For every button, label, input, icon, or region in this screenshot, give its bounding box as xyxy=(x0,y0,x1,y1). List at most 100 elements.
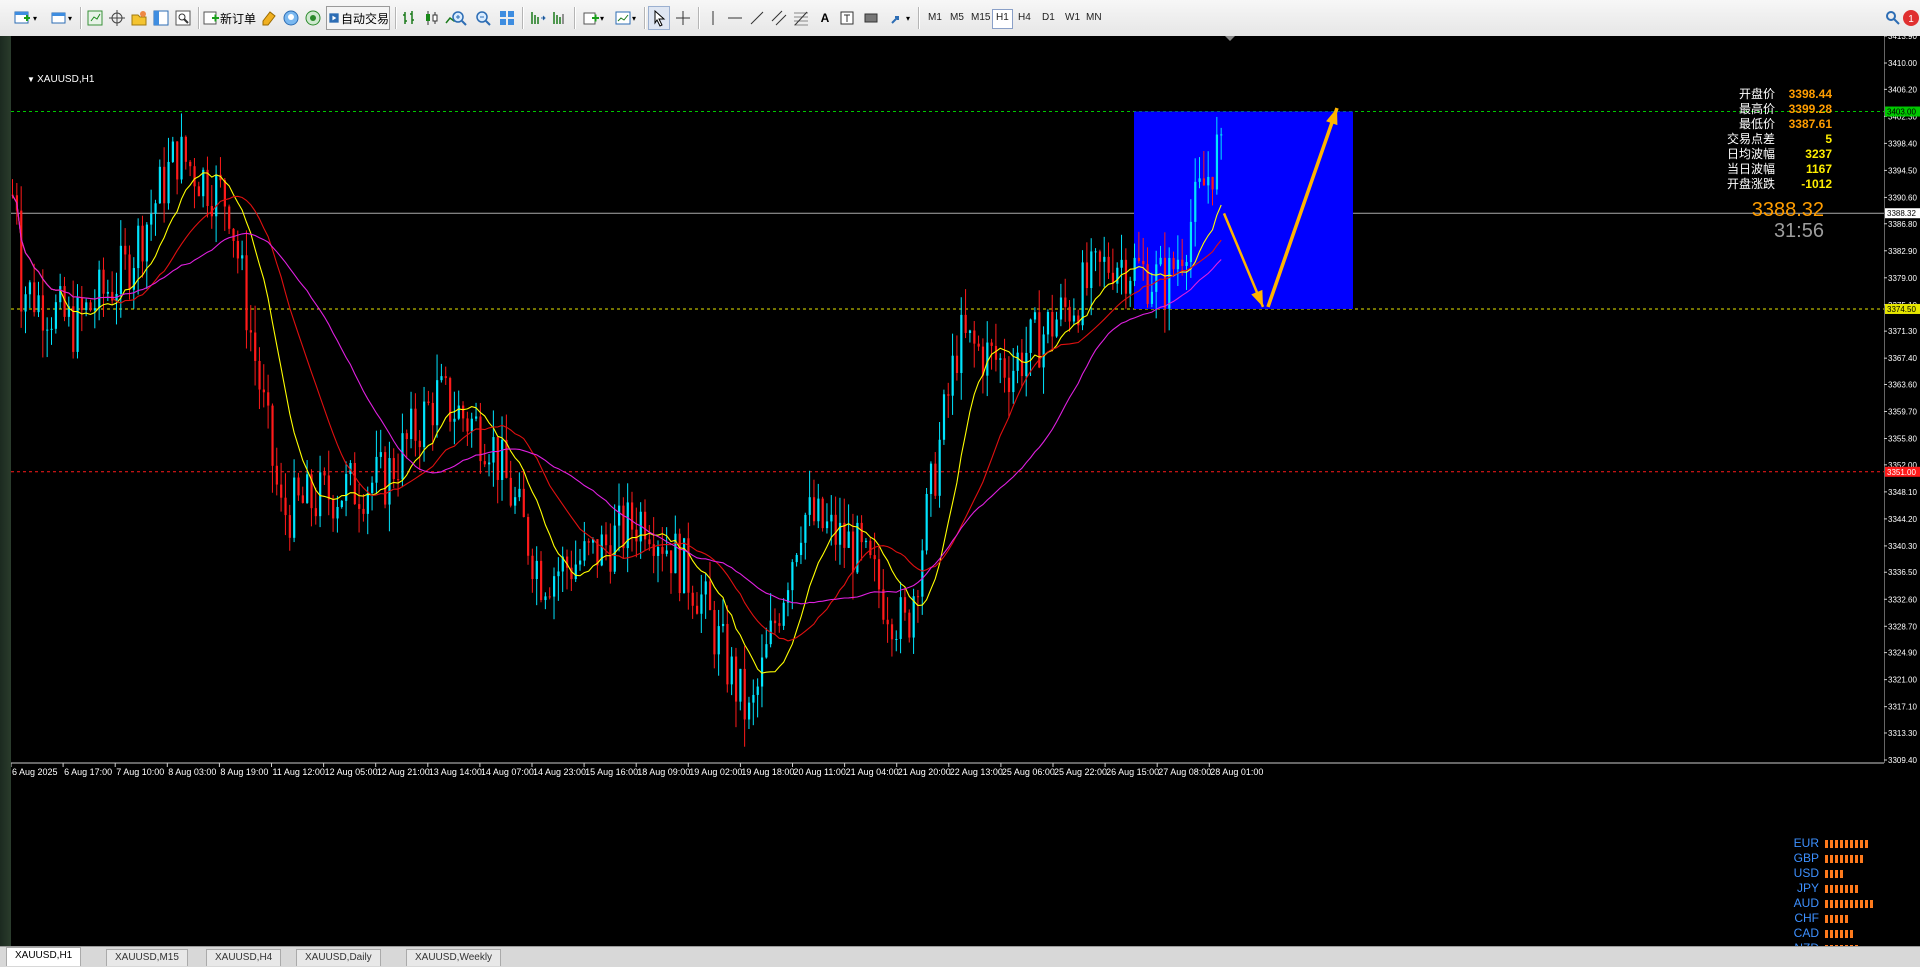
candle-body xyxy=(630,502,634,530)
meta-editor-button[interactable] xyxy=(258,6,280,30)
candle-body xyxy=(648,539,651,545)
info-label: 最低价 xyxy=(1738,117,1775,131)
timeframe-w1[interactable]: W1 xyxy=(1062,9,1083,27)
vertical-line-button[interactable] xyxy=(702,6,724,30)
text-button[interactable]: A xyxy=(814,6,836,30)
terminal-button[interactable] xyxy=(150,6,172,30)
candle-body xyxy=(544,596,547,601)
time-axis-label: 14 Aug 07:00 xyxy=(481,767,534,777)
currency-name: EUR xyxy=(1793,836,1819,850)
candle-body xyxy=(501,439,504,480)
chart-shift-button[interactable] xyxy=(526,6,548,30)
horizontal-line-button[interactable] xyxy=(724,6,746,30)
candle-body xyxy=(899,597,902,639)
rectangle-button[interactable] xyxy=(860,6,882,30)
meta-editor-icon xyxy=(262,11,276,26)
candle-body xyxy=(1007,377,1011,393)
chart-window[interactable]: 6 Aug 2025 6 Aug 17:00 7 Aug 10:00 8 Aug 03… xyxy=(11,36,1884,955)
auto-trading-button[interactable]: 自动交易 xyxy=(326,6,390,30)
timeframe-h1[interactable]: H1 xyxy=(992,9,1013,29)
currency-row: CAD xyxy=(1783,926,1853,941)
candle-body xyxy=(137,225,140,269)
trendline-button[interactable] xyxy=(746,6,768,30)
fibonacci-button[interactable] xyxy=(790,6,812,30)
candle-body xyxy=(41,295,45,331)
strategy-tester-button[interactable] xyxy=(172,6,194,30)
candle-body xyxy=(254,332,257,361)
horizontal-levels[interactable] xyxy=(11,111,1884,473)
market-button[interactable] xyxy=(302,6,324,30)
candle-body xyxy=(340,500,343,507)
indicators-icon xyxy=(583,12,599,25)
timeframe-m5[interactable]: M5 xyxy=(947,9,967,27)
bar-chart-button[interactable] xyxy=(398,6,420,30)
chart-canvas[interactable]: 6 Aug 2025 6 Aug 17:00 7 Aug 10:00 8 Aug 03… xyxy=(11,36,1884,946)
candle-body xyxy=(509,477,512,506)
candle-body xyxy=(973,330,976,344)
time-axis-label: 12 Aug 05:00 xyxy=(325,767,378,777)
profiles-button[interactable]: ▾ xyxy=(46,6,76,30)
timeframe-h4[interactable]: H4 xyxy=(1015,9,1034,27)
text-label-button[interactable] xyxy=(836,6,858,30)
candle-body xyxy=(1003,358,1006,378)
candle-body xyxy=(293,477,296,538)
candle-body xyxy=(704,581,707,595)
moving-averages xyxy=(12,172,1222,674)
price-axis-label: 3309.40 xyxy=(1888,756,1917,765)
tab-xauusd-h4[interactable]: XAUUSD,H4 xyxy=(206,949,282,966)
candle-body xyxy=(453,418,456,422)
info-label: 最高价 xyxy=(1738,102,1775,116)
candle-body xyxy=(436,380,439,426)
price-axis[interactable]: 3413.903410.003406.203402.303398.403394.… xyxy=(1884,36,1920,946)
candle-body xyxy=(93,308,97,311)
new-chart-icon xyxy=(14,11,30,24)
current-price: 3388.32 xyxy=(1751,199,1824,221)
trendline-icon xyxy=(750,11,764,25)
candle-body xyxy=(708,581,712,610)
periods-button[interactable]: ▾ xyxy=(610,6,640,30)
zoom-in-button[interactable] xyxy=(448,6,470,30)
cursor-button[interactable] xyxy=(648,6,670,30)
new-chart-button[interactable]: ▾ xyxy=(8,6,42,30)
price-axis-label: 3406.20 xyxy=(1888,85,1917,94)
candle-body xyxy=(955,355,959,373)
candlestick-button[interactable] xyxy=(420,6,442,30)
tab-xauusd-weekly[interactable]: XAUUSD,Weekly xyxy=(406,949,502,966)
arrows-button[interactable]: ▾ xyxy=(884,6,914,30)
candle-body xyxy=(799,542,803,555)
timeframe-d1[interactable]: D1 xyxy=(1039,9,1058,27)
market-watch-button[interactable] xyxy=(84,6,106,30)
candle-body xyxy=(332,499,335,519)
timeframe-mn[interactable]: MN xyxy=(1083,9,1105,27)
tab-xauusd-h1[interactable]: XAUUSD,H1 xyxy=(6,947,82,966)
crosshair-button[interactable] xyxy=(672,6,694,30)
timeframe-m15[interactable]: M15 xyxy=(968,9,993,27)
candle-body xyxy=(622,505,625,549)
search-button[interactable] xyxy=(1884,6,1902,30)
info-label: 交易点差 xyxy=(1726,132,1775,146)
navigator-button[interactable] xyxy=(128,6,150,30)
notification-icon: 1 xyxy=(1903,10,1919,26)
timeframe-m1[interactable]: M1 xyxy=(925,9,945,27)
new-order-button[interactable]: 新订单 xyxy=(202,6,256,30)
data-window-button[interactable] xyxy=(106,6,128,30)
strategy-tester-icon xyxy=(175,10,191,26)
price-axis-label: 3321.00 xyxy=(1888,676,1917,685)
candle-body xyxy=(717,626,720,655)
info-value: 5 xyxy=(1825,132,1832,146)
tab-xauusd-daily[interactable]: XAUUSD,Daily xyxy=(296,949,381,966)
zoom-out-button[interactable] xyxy=(472,6,494,30)
tile-windows-button[interactable] xyxy=(496,6,518,30)
main-toolbar: ▾ ▾ 新订单 自动交易 ▾ ▾ A ▾ M1 M5 M15 H1 H4 D1 … xyxy=(0,0,1920,37)
tab-xauusd-m15[interactable]: XAUUSD,M15 xyxy=(106,949,188,966)
currency-row: CHF xyxy=(1783,911,1848,926)
notification-button[interactable]: 1 xyxy=(1902,6,1920,30)
candle-body xyxy=(284,497,287,516)
projection-box[interactable] xyxy=(1134,111,1353,309)
equidistant-channel-button[interactable] xyxy=(768,6,790,30)
signals-button[interactable] xyxy=(280,6,302,30)
indicators-button[interactable]: ▾ xyxy=(578,6,608,30)
chart-shift-marker[interactable] xyxy=(1225,36,1235,41)
candle-body xyxy=(444,376,447,379)
auto-scroll-button[interactable] xyxy=(548,6,570,30)
